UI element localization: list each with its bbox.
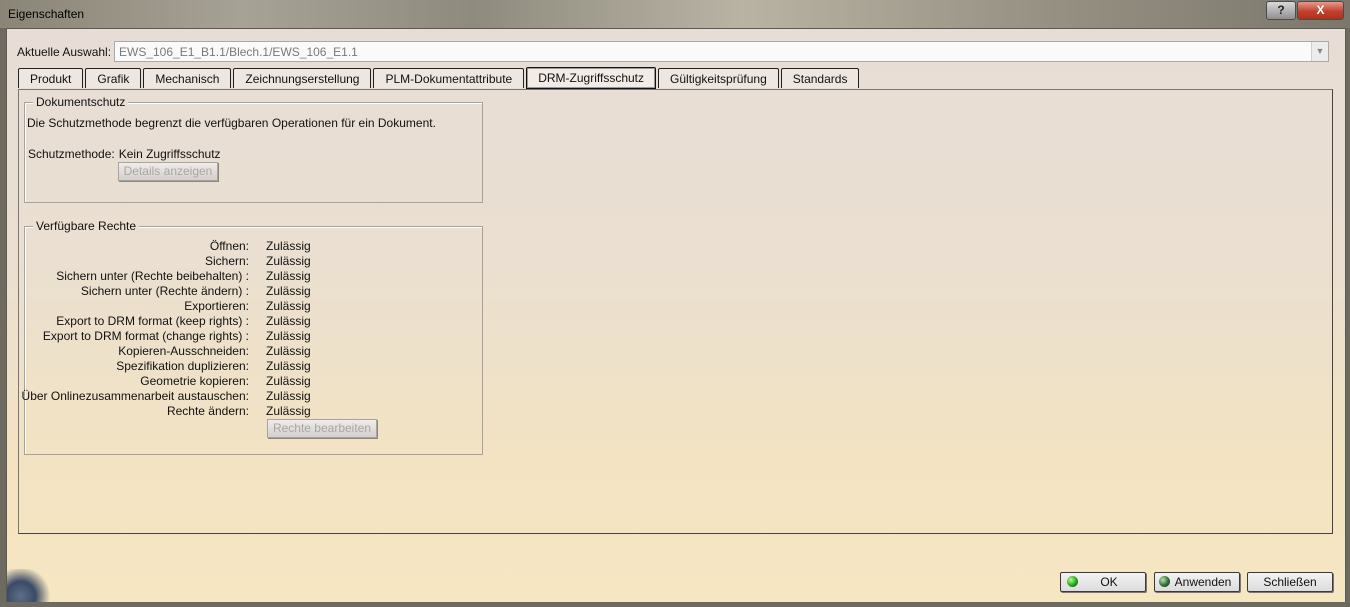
right-label: Sichern unter (Rechte beibehalten) : <box>56 269 249 283</box>
right-value: Zulässig <box>266 239 311 253</box>
title-bar: Eigenschaften ? X <box>0 0 1350 28</box>
close-button[interactable]: Schließen <box>1247 572 1333 592</box>
right-value: Zulässig <box>266 269 311 283</box>
help-button[interactable]: ? <box>1266 1 1296 20</box>
rights-row: Geometrie kopieren: Zulässig <box>25 374 482 389</box>
method-label: Schutzmethode: <box>28 147 115 161</box>
right-label: Export to DRM format (change rights) : <box>42 329 249 343</box>
right-label: Spezifikation duplizieren: <box>116 359 249 373</box>
right-value: Zulässig <box>266 329 311 343</box>
rights-row: Öffnen: Zulässig <box>25 239 482 254</box>
right-value: Zulässig <box>266 389 311 403</box>
right-label: Sichern: <box>204 254 249 268</box>
rights-row: Export to DRM format (keep rights) : Zulä… <box>25 314 482 329</box>
right-label: Exportieren: <box>184 299 249 313</box>
apply-status-icon <box>1159 576 1170 587</box>
right-label: Kopieren-Ausschneiden: <box>118 344 249 358</box>
right-label: Sichern unter (Rechte ändern) : <box>80 284 249 298</box>
tab-plm-dokumentattribute[interactable]: PLM-Dokumentattribute <box>373 68 525 88</box>
rights-row: Kopieren-Ausschneiden: Zulässig <box>25 344 482 359</box>
dialog-body: Aktuelle Auswahl: EWS_106_E1_B1.1/Blech.… <box>6 28 1346 604</box>
tab-bar: Produkt Grafik Mechanisch Zeichnungserst… <box>18 67 860 89</box>
right-value: Zulässig <box>266 344 311 358</box>
protection-description: Die Schutzmethode begrenzt die verfügbar… <box>27 116 436 130</box>
protection-method: Schutzmethode: Kein Zugriffsschutz <box>28 147 225 161</box>
apply-button[interactable]: Anwenden <box>1154 572 1240 592</box>
right-label: Export to DRM format (keep rights) : <box>56 314 249 328</box>
apply-label: Anwenden <box>1174 575 1232 589</box>
right-value: Zulässig <box>266 374 311 388</box>
rights-list: Öffnen: Zulässig Sichern: Zulässig Sichern… <box>21 239 482 419</box>
right-label: Über Onlinezusammenarbeit austauschen: <box>21 389 249 403</box>
right-value: Zulässig <box>266 359 311 373</box>
tab-mechanisch[interactable]: Mechanisch <box>143 68 232 88</box>
right-value: Zulässig <box>266 254 311 268</box>
rights-row: Über Onlinezusammenarbeit austauschen: Zu… <box>21 389 482 404</box>
selection-label: Aktuelle Auswahl: <box>17 45 112 59</box>
window-frame-bottom <box>0 602 1350 607</box>
rights-row: Sichern unter (Rechte beibehalten) : Zulä… <box>25 269 482 284</box>
right-value: Zulässig <box>266 404 311 418</box>
method-value: Kein Zugriffsschutz <box>118 147 221 161</box>
right-value: Zulässig <box>266 284 311 298</box>
window-title: Eigenschaften <box>8 7 85 21</box>
rights-row: Sichern unter (Rechte ändern) : Zulässig <box>25 284 482 299</box>
tab-zeichnungserstellung[interactable]: Zeichnungserstellung <box>233 68 372 88</box>
right-label: Öffnen: <box>209 239 249 253</box>
right-value: Zulässig <box>266 299 311 313</box>
tab-grafik[interactable]: Grafik <box>85 68 142 88</box>
ok-label: OK <box>1100 575 1118 589</box>
rights-row: Rechte ändern: Zulässig <box>25 404 482 419</box>
tab-produkt[interactable]: Produkt <box>18 68 84 88</box>
tab-gueltigkeitspruefung[interactable]: Gültigkeitsprüfung <box>658 68 779 88</box>
app-logo-icon <box>7 569 53 603</box>
tab-standards[interactable]: Standards <box>780 68 860 88</box>
rights-row: Export to DRM format (change rights) : Zu… <box>25 329 482 344</box>
rights-row: Sichern: Zulässig <box>25 254 482 269</box>
details-button[interactable]: Details anzeigen <box>118 162 218 181</box>
tab-drm-zugriffsschutz[interactable]: DRM-Zugriffsschutz <box>526 67 657 89</box>
ok-button[interactable]: OK <box>1060 572 1146 592</box>
right-value: Zulässig <box>266 314 311 328</box>
rights-row: Spezifikation duplizieren: Zulässig <box>25 359 482 374</box>
close-window-button[interactable]: X <box>1297 1 1344 20</box>
chevron-down-icon[interactable]: ▼ <box>1311 42 1328 61</box>
group-legend: Dokumentschutz <box>33 95 129 109</box>
right-label: Geometrie kopieren: <box>140 374 249 388</box>
rights-group: Verfügbare Rechte Öffnen: Zulässig Sicher… <box>21 219 483 455</box>
selection-combobox[interactable]: EWS_106_E1_B1.1/Blech.1/EWS_106_E1.1 ▼ <box>114 41 1329 62</box>
group-legend: Verfügbare Rechte <box>33 219 140 233</box>
dokumentschutz-group: Dokumentschutz Die Schutzmethode begrenz… <box>24 95 483 203</box>
green-status-icon <box>1067 576 1078 587</box>
right-label: Rechte ändern: <box>166 404 249 418</box>
edit-rights-button[interactable]: Rechte bearbeiten <box>267 419 377 438</box>
rights-row: Exportieren: Zulässig <box>25 299 482 314</box>
selection-value: EWS_106_E1_B1.1/Blech.1/EWS_106_E1.1 <box>119 45 358 59</box>
